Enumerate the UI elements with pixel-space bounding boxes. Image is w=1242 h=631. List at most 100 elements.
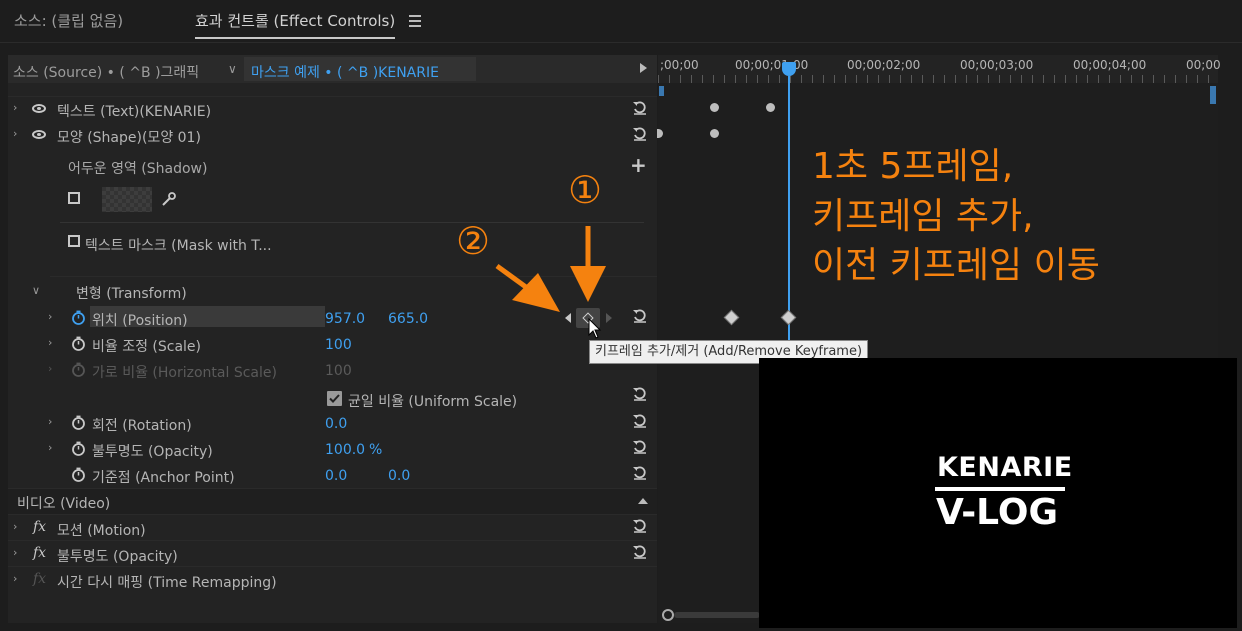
expand-chevron-icon: › bbox=[48, 362, 53, 375]
position-x-value[interactable]: 957.0 bbox=[325, 311, 365, 327]
keyframe-dot[interactable] bbox=[710, 103, 719, 112]
expand-chevron-icon[interactable]: › bbox=[48, 415, 52, 428]
row-divider bbox=[8, 566, 657, 567]
stopwatch-icon[interactable] bbox=[71, 467, 86, 482]
ruler-label: 00;00;04;00 bbox=[1073, 58, 1147, 72]
layer-shape[interactable]: 모양 (Shape)(모양 01) bbox=[57, 127, 201, 147]
work-area-end[interactable] bbox=[1210, 86, 1216, 104]
position-label: 위치 (Position) bbox=[92, 313, 188, 329]
collapse-chevron-icon[interactable]: ∨ bbox=[32, 284, 40, 297]
horizontal-scale-label: 가로 비율 (Horizontal Scale) bbox=[92, 365, 277, 381]
reset-icon[interactable] bbox=[632, 465, 648, 481]
ruler-label: 00;00;02;00 bbox=[847, 58, 921, 72]
video-title: 비디오 (Video) bbox=[17, 496, 111, 512]
row-divider bbox=[60, 222, 644, 223]
collapse-up-icon[interactable] bbox=[638, 498, 648, 504]
scale-value[interactable]: 100 bbox=[325, 337, 352, 353]
reset-icon[interactable] bbox=[632, 100, 648, 116]
preview-divider bbox=[935, 487, 1065, 491]
fx-icon-disabled: fx bbox=[33, 571, 47, 587]
stopwatch-icon[interactable] bbox=[71, 415, 86, 430]
reset-icon[interactable] bbox=[632, 544, 648, 560]
program-preview: KENARIE V-LOG bbox=[759, 358, 1237, 628]
timeline-zoom-handle[interactable] bbox=[662, 609, 674, 621]
prev-keyframe-icon[interactable] bbox=[565, 313, 571, 323]
annotation-text-line2: 키프레임 추가, bbox=[812, 196, 1034, 237]
play-triangle-icon[interactable] bbox=[640, 63, 647, 73]
uniform-scale-checkbox[interactable] bbox=[327, 391, 342, 406]
shadow-label: 어두운 영역 (Shadow) bbox=[68, 161, 208, 177]
text-mask-label[interactable]: 텍스트 마스크 (Mask with T... bbox=[85, 235, 272, 255]
expand-chevron-icon[interactable]: › bbox=[13, 546, 17, 559]
tab-source[interactable]: 소스: (클립 없음) bbox=[14, 0, 123, 40]
playhead-handle[interactable] bbox=[782, 62, 796, 76]
fx-icon[interactable]: fx bbox=[33, 519, 46, 535]
shadow-checkbox[interactable] bbox=[68, 192, 80, 204]
eyedropper-icon[interactable] bbox=[160, 190, 178, 212]
tab-effect-controls[interactable]: 효과 컨트롤 (Effect Controls) bbox=[195, 4, 396, 39]
reset-icon[interactable] bbox=[632, 386, 648, 402]
annotation-text-line3: 이전 키프레임 이동 bbox=[812, 245, 1100, 286]
reset-icon[interactable] bbox=[632, 308, 648, 324]
expand-chevron-icon[interactable]: › bbox=[13, 520, 17, 533]
keyframe-dot[interactable] bbox=[766, 103, 775, 112]
chevron-down-icon[interactable]: ∨ bbox=[228, 62, 237, 76]
preview-subtitle: V-LOG bbox=[936, 492, 1058, 533]
stopwatch-active-icon[interactable] bbox=[71, 310, 86, 325]
reset-icon[interactable] bbox=[632, 126, 648, 142]
text-mask-checkbox[interactable] bbox=[68, 235, 80, 247]
opacity-label: 불투명도 (Opacity) bbox=[92, 444, 213, 460]
ruler-label: 00;00;03;00 bbox=[960, 58, 1034, 72]
position-y-value[interactable]: 665.0 bbox=[388, 311, 428, 327]
keyframe-dot[interactable] bbox=[710, 129, 719, 138]
ruler-label: ;00;00 bbox=[660, 58, 699, 72]
uniform-scale-label[interactable]: 균일 비율 (Uniform Scale) bbox=[348, 391, 517, 411]
sequence-clip-label[interactable]: 마스크 예제 • ( ^B )KENARIE bbox=[251, 62, 439, 82]
time-remap-label[interactable]: 시간 다시 매핑 (Time Remapping) bbox=[57, 572, 277, 592]
expand-chevron-icon[interactable]: › bbox=[13, 572, 17, 585]
timeline-scrollbar[interactable] bbox=[674, 612, 760, 618]
motion-label[interactable]: 모션 (Motion) bbox=[57, 520, 146, 540]
annotation-text-line1: 1초 5프레임, bbox=[812, 146, 1014, 187]
reset-icon[interactable] bbox=[632, 413, 648, 429]
next-keyframe-icon[interactable] bbox=[606, 313, 612, 323]
row-divider bbox=[8, 96, 657, 97]
source-clip-label[interactable]: 소스 (Source) • ( ^B )그래픽 bbox=[13, 62, 199, 82]
ruler-label: 00;00 bbox=[1186, 58, 1221, 72]
hamburger-menu-icon[interactable] bbox=[409, 15, 421, 27]
expand-chevron-icon[interactable]: › bbox=[48, 441, 52, 454]
stopwatch-icon[interactable] bbox=[71, 441, 86, 456]
row-divider bbox=[8, 540, 657, 541]
horizontal-scale-value: 100 bbox=[325, 363, 352, 379]
video-opacity-label[interactable]: 불투명도 (Opacity) bbox=[57, 546, 178, 566]
row-divider bbox=[50, 276, 657, 277]
annotation-marker-2: ② bbox=[456, 219, 491, 263]
expand-chevron-icon[interactable]: › bbox=[48, 336, 52, 349]
rotation-label: 회전 (Rotation) bbox=[92, 418, 192, 434]
layer-text[interactable]: 텍스트 (Text)(KENARIE) bbox=[57, 101, 211, 121]
work-area-start[interactable] bbox=[659, 86, 664, 96]
eye-icon[interactable] bbox=[32, 130, 46, 139]
top-tab-bar bbox=[0, 0, 1242, 43]
expand-chevron-icon[interactable]: › bbox=[13, 101, 17, 114]
shadow-color-swatch[interactable] bbox=[102, 187, 152, 212]
expand-chevron-icon[interactable]: › bbox=[13, 127, 17, 140]
fx-icon[interactable]: fx bbox=[33, 545, 46, 561]
transform-title[interactable]: 변형 (Transform) bbox=[76, 283, 187, 303]
row-divider bbox=[8, 514, 657, 515]
anchor-y-value[interactable]: 0.0 bbox=[388, 468, 410, 484]
stopwatch-icon[interactable] bbox=[71, 336, 86, 351]
reset-icon[interactable] bbox=[632, 439, 648, 455]
expand-chevron-icon[interactable]: › bbox=[48, 310, 52, 323]
ruler-label: 00;00;01;00 bbox=[735, 58, 809, 72]
anchor-x-value[interactable]: 0.0 bbox=[325, 468, 347, 484]
reset-icon[interactable] bbox=[632, 518, 648, 534]
opacity-unit: % bbox=[369, 442, 383, 458]
annotation-marker-1: ① bbox=[568, 168, 603, 212]
opacity-value[interactable]: 100.0 bbox=[325, 442, 365, 458]
eye-icon[interactable] bbox=[32, 104, 46, 113]
add-plus-icon[interactable]: + bbox=[630, 155, 647, 175]
rotation-value[interactable]: 0.0 bbox=[325, 416, 347, 432]
anchor-label: 기준점 (Anchor Point) bbox=[92, 470, 235, 486]
stopwatch-disabled-icon bbox=[71, 362, 86, 377]
